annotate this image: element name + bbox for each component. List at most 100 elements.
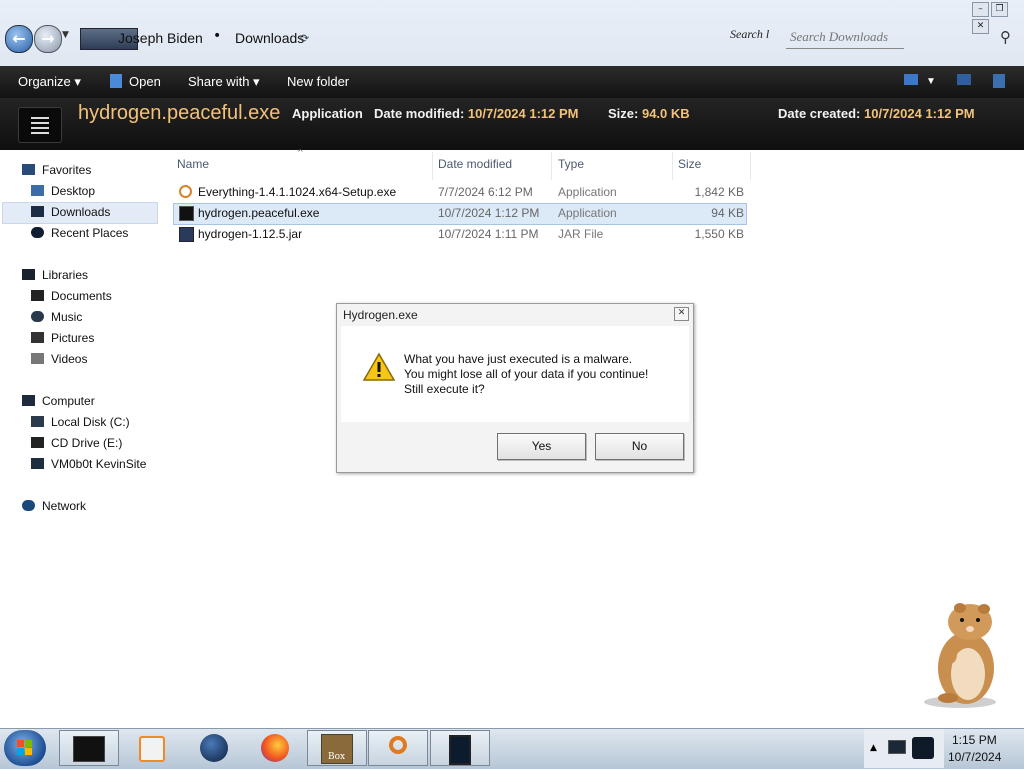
nav-local-disk-label: Local Disk (C:)	[51, 415, 130, 429]
file-date: 7/7/2024 6:12 PM	[438, 185, 533, 199]
nav-computer[interactable]: Computer	[22, 391, 95, 411]
clock-date[interactable]: 10/7/2024	[948, 750, 1001, 764]
column-divider[interactable]	[672, 152, 673, 180]
box-label: Box	[328, 752, 346, 762]
taskbar-everything-search-button[interactable]	[368, 730, 428, 766]
file-name: hydrogen.peaceful.exe	[198, 206, 320, 220]
music-icon	[31, 311, 44, 322]
taskbar-globe-button[interactable]	[184, 730, 244, 766]
nav-documents[interactable]: Documents	[31, 286, 112, 306]
column-header-date-modified[interactable]: Date modified	[438, 157, 512, 171]
tablet-icon	[449, 735, 471, 765]
share-with-button[interactable]: Share with ▾	[188, 74, 260, 90]
file-preview-icon	[18, 107, 62, 143]
file-row-selected[interactable]: hydrogen.peaceful.exe 10/7/2024 1:12 PM …	[173, 203, 747, 223]
sort-ascending-icon: ^	[297, 148, 304, 157]
exe-icon	[179, 206, 194, 221]
nav-cd-drive[interactable]: CD Drive (E:)	[31, 433, 122, 453]
column-divider[interactable]	[551, 152, 552, 180]
taskbar-explorer-button[interactable]	[59, 730, 119, 766]
dialog-close-icon[interactable]: ✕	[674, 307, 689, 321]
nav-downloads[interactable]: Downloads	[31, 202, 110, 222]
hamster-mascot-image[interactable]	[918, 598, 1008, 710]
forward-button[interactable]: →	[34, 25, 62, 53]
new-folder-button[interactable]: New folder	[287, 74, 349, 89]
file-date: 10/7/2024 1:11 PM	[438, 227, 539, 241]
column-header-name[interactable]: Name	[177, 157, 209, 171]
recent-pages-dropdown-icon[interactable]: ▼	[62, 30, 69, 40]
date-modified-label: Date modified:	[374, 106, 465, 121]
nav-network-share[interactable]: VM0b0t KevinSite	[31, 454, 146, 474]
start-button[interactable]	[4, 730, 46, 766]
dialog-line-2: You might lose all of your data if you c…	[404, 367, 649, 381]
nav-local-disk[interactable]: Local Disk (C:)	[31, 412, 130, 432]
clock-time[interactable]: 1:15 PM	[952, 733, 997, 747]
nav-pictures[interactable]: Pictures	[31, 328, 94, 348]
yes-button[interactable]: Yes	[497, 433, 586, 460]
search-input[interactable]	[786, 26, 904, 49]
breadcrumb-separator: •	[213, 28, 222, 44]
column-header-type[interactable]: Type	[558, 157, 584, 171]
breadcrumb-user[interactable]: Joseph Biden	[118, 30, 203, 46]
breadcrumb-downloads[interactable]: Downloads	[235, 30, 304, 46]
back-arrow-icon: ←	[12, 29, 26, 48]
nav-network[interactable]: Network	[22, 496, 86, 516]
open-button[interactable]: Open	[129, 74, 161, 89]
close-icon[interactable]: ✕	[972, 19, 989, 34]
warning-icon	[362, 352, 396, 381]
file-name: Everything-1.4.1.1024.x64-Setup.exe	[198, 185, 397, 199]
file-row[interactable]: hydrogen-1.12.5.jar 10/7/2024 1:11 PM JA…	[173, 224, 747, 244]
details-size: Size: 94.0 KB	[608, 106, 690, 121]
taskbar-box-button[interactable]: Box	[307, 730, 367, 766]
nav-pictures-label: Pictures	[51, 331, 95, 345]
globe-icon	[200, 734, 228, 762]
nav-favorites[interactable]: Favorites	[22, 160, 91, 180]
size-value: 94.0 KB	[641, 106, 690, 121]
nav-network-share-label: VM0b0t KevinSite	[51, 457, 147, 471]
details-file-name: hydrogen.peaceful.exe	[78, 102, 281, 124]
libraries-icon	[22, 269, 35, 280]
taskbar-firefox-button[interactable]	[245, 730, 305, 766]
file-name: hydrogen-1.12.5.jar	[198, 227, 303, 241]
box-game-icon: Box	[321, 734, 353, 764]
nav-network-label: Network	[42, 499, 87, 513]
dialog-line-1: What you have just executed is a malware…	[404, 352, 633, 366]
date-created-value: 10/7/2024 1:12 PM	[864, 106, 975, 121]
hard-drive-icon	[31, 416, 44, 427]
file-size: 1,842 KB	[694, 185, 744, 199]
pictures-icon	[31, 332, 44, 343]
organize-button[interactable]: Organize ▾	[18, 74, 81, 90]
minimize-icon[interactable]: –	[972, 2, 989, 17]
jar-icon	[179, 227, 194, 242]
media-player-icon	[139, 736, 165, 762]
column-header-size[interactable]: Size	[678, 157, 701, 171]
taskbar-media-player-button[interactable]	[122, 730, 182, 766]
desktop-icon	[31, 185, 44, 196]
search-label: Search l	[730, 27, 770, 41]
nav-downloads-label: Downloads	[51, 205, 111, 219]
no-button[interactable]: No	[595, 433, 684, 460]
taskbar-tablet-button[interactable]	[430, 730, 490, 766]
file-row[interactable]: Everything-1.4.1.1024.x64-Setup.exe 7/7/…	[173, 182, 747, 202]
cd-drive-icon	[31, 437, 44, 448]
restore-icon[interactable]: ❐	[991, 2, 1008, 17]
column-divider[interactable]	[750, 152, 751, 180]
back-button[interactable]: ←	[5, 25, 33, 53]
search-icon[interactable]: ⚲	[1000, 28, 1011, 46]
tray-app-icon[interactable]	[912, 737, 934, 759]
network-status-icon[interactable]	[888, 740, 906, 754]
nav-videos[interactable]: Videos	[31, 349, 87, 369]
nav-music[interactable]: Music	[31, 307, 82, 327]
file-type: Application	[558, 206, 617, 220]
help-icon[interactable]	[993, 74, 1005, 88]
preview-pane-icon[interactable]	[957, 74, 971, 85]
refresh-icon[interactable]: ⟳	[300, 32, 309, 45]
show-hidden-icons-icon[interactable]: ▲	[870, 743, 877, 753]
nav-recent-places[interactable]: Recent Places	[31, 223, 128, 243]
view-options-icon[interactable]	[904, 74, 918, 85]
column-divider[interactable]	[432, 152, 433, 180]
nav-libraries[interactable]: Libraries	[22, 265, 88, 285]
nav-desktop[interactable]: Desktop	[31, 181, 95, 201]
view-dropdown-icon[interactable]: ▼	[926, 76, 936, 87]
command-toolbar: Organize ▾ Open Share with ▾ New folder …	[0, 66, 1024, 98]
